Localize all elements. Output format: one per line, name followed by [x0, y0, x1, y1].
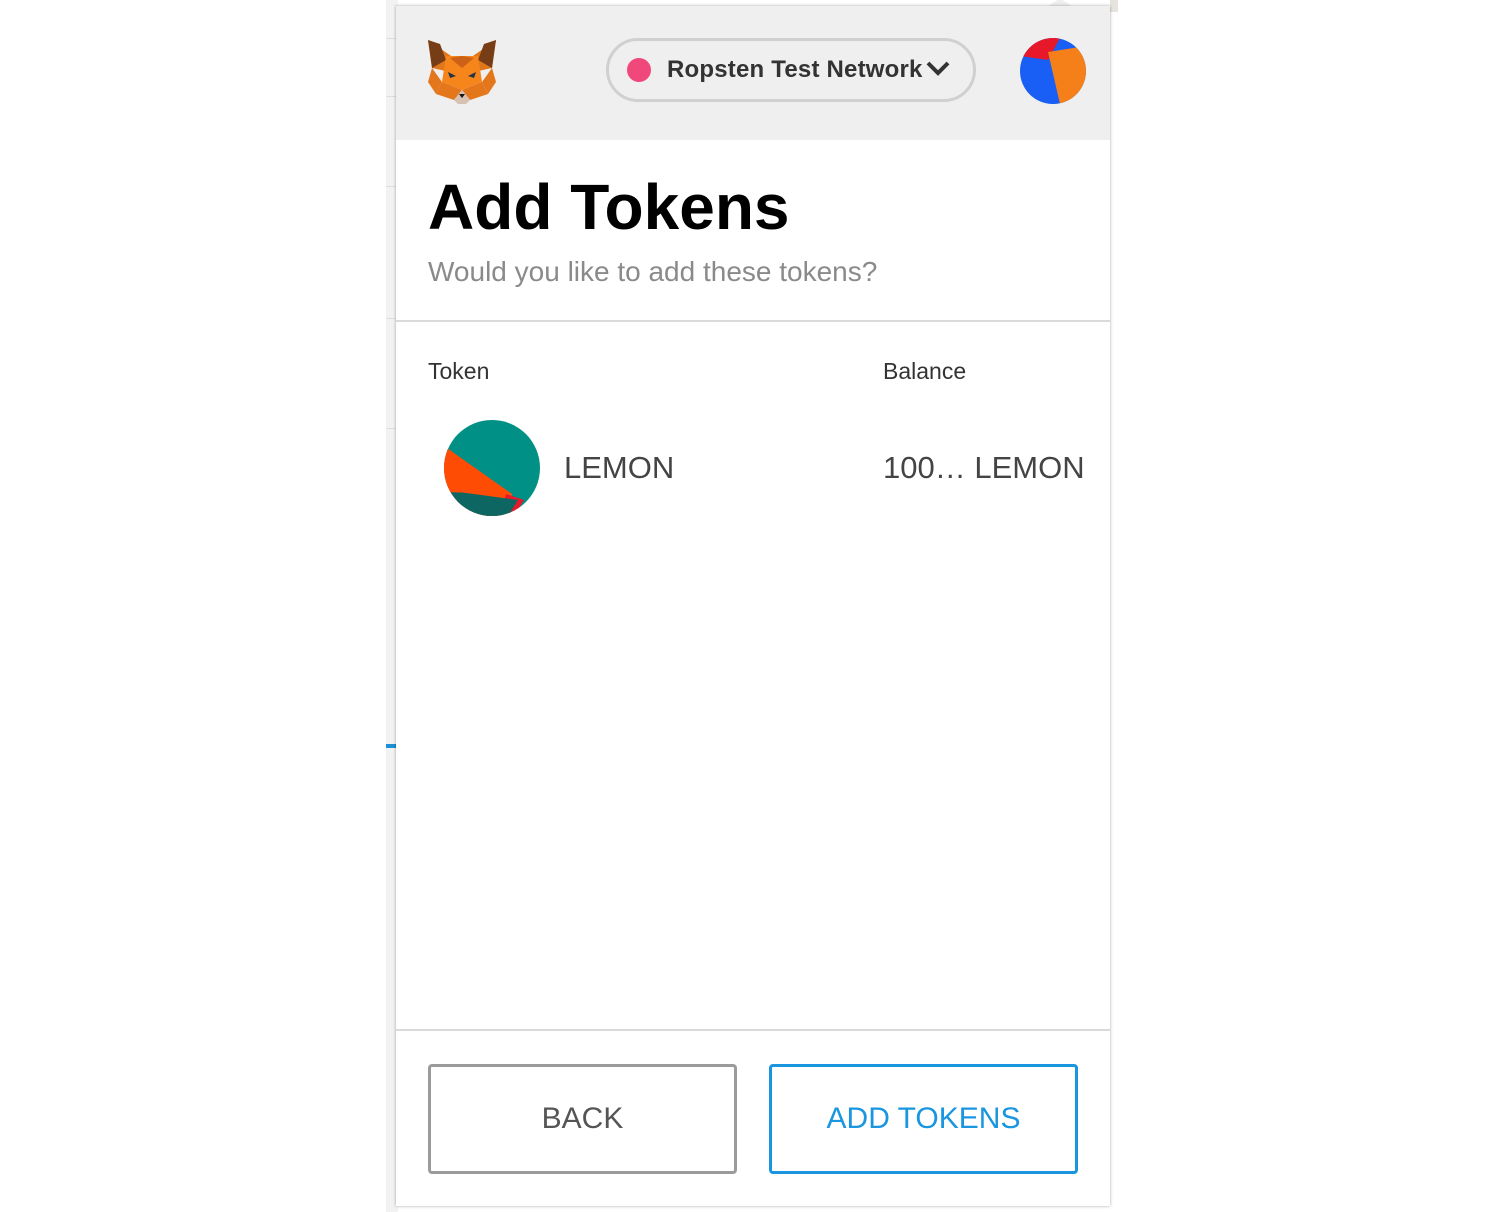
chevron-down-icon — [926, 61, 950, 76]
token-identicon-icon — [444, 420, 540, 516]
token-balance: 100… LEMON — [883, 450, 1085, 485]
add-tokens-button[interactable]: ADD TOKENS — [769, 1064, 1078, 1174]
account-avatar[interactable] — [1020, 38, 1086, 104]
metamask-fox-icon[interactable] — [426, 38, 498, 106]
network-selector[interactable]: Ropsten Test Network — [606, 38, 976, 102]
column-header-balance: Balance — [883, 358, 967, 384]
token-name: LEMON — [564, 450, 675, 485]
token-row: LEMON 100… LEMON — [396, 416, 1110, 516]
metamask-popup: Ropsten Test Network Add Tokens Would yo… — [396, 6, 1110, 1206]
app-header: Ropsten Test Network — [396, 6, 1110, 140]
divider — [396, 320, 1110, 322]
back-button[interactable]: BACK — [428, 1064, 737, 1174]
divider — [396, 1029, 1110, 1031]
column-header-token: Token — [428, 358, 490, 384]
network-label: Ropsten Test Network — [667, 56, 923, 83]
page-subtitle: Would you like to add these tokens? — [428, 256, 878, 287]
account-identicon-icon — [1020, 38, 1086, 104]
page-title: Add Tokens — [428, 171, 790, 243]
network-status-dot — [627, 58, 651, 82]
